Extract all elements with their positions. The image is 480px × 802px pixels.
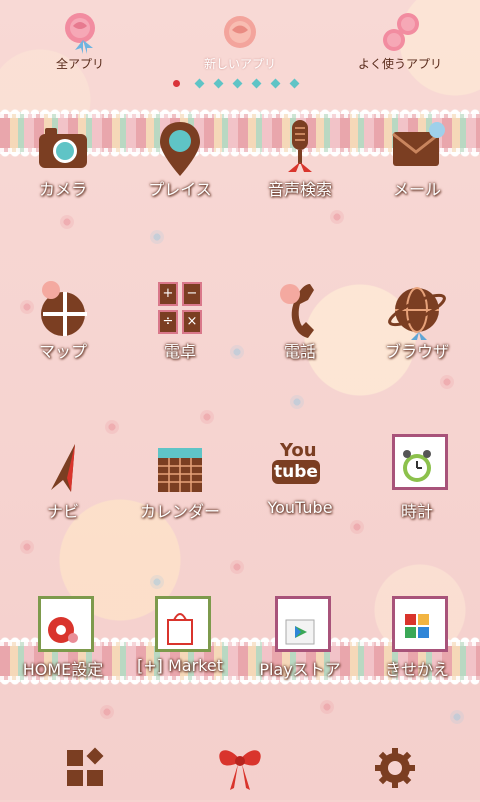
settings-button[interactable]: [335, 742, 455, 802]
page-indicator: [0, 78, 480, 90]
app-label: メール: [392, 180, 441, 199]
app-label: 時計: [400, 502, 433, 521]
youtube-icon: You tube: [268, 440, 332, 504]
phone-icon: [280, 284, 314, 338]
apps-grid-icon: [67, 747, 104, 786]
tab-all-apps-label: 全アプリ: [55, 57, 104, 71]
map-icon: [41, 281, 87, 336]
rose-icon: [65, 13, 95, 54]
navigation-arrow-icon: [51, 444, 75, 492]
microphone-icon: [288, 120, 312, 172]
app-label: カレンダー: [139, 502, 220, 521]
play-store-icon: [268, 596, 332, 662]
app-label: きせかえ: [384, 660, 449, 679]
ribbon-bow-icon: [219, 750, 261, 790]
gear-flower-icon: [31, 596, 95, 662]
ribbon-home-button[interactable]: [180, 742, 300, 802]
calendar-icon: [158, 448, 202, 492]
app-label: プレイス: [148, 180, 212, 199]
map-pin-icon: [160, 122, 200, 176]
dock: [0, 730, 480, 800]
camera-icon: [39, 128, 87, 168]
settings-gear-icon: [375, 748, 415, 788]
envelope-icon: [392, 122, 445, 166]
globe-icon: [388, 287, 446, 340]
calculator-icon: + − ÷ ×: [158, 282, 202, 334]
alarm-clock-icon: [385, 434, 449, 504]
tab-all-apps[interactable]: 全アプリ: [20, 0, 140, 80]
theme-icon: [385, 596, 449, 662]
app-label: 電卓: [163, 342, 196, 361]
roses-icon: [383, 13, 419, 51]
rose-icon: [224, 16, 256, 48]
tab-frequent-apps-label: よく使うアプリ: [357, 57, 442, 71]
tab-new-apps-label: 新しいアプリ: [203, 57, 276, 71]
app-label: [+] Market: [137, 656, 223, 675]
shopping-bag-icon: [148, 596, 212, 662]
tab-new-apps[interactable]: 新しいアプリ: [180, 0, 300, 80]
tab-bar: 全アプリ 新しいアプリ よく使うアプリ: [0, 0, 480, 90]
app-drawer-button[interactable]: [25, 742, 145, 802]
tab-frequent-apps[interactable]: よく使うアプリ: [340, 0, 460, 80]
app-label: ブラウザ: [384, 342, 449, 361]
